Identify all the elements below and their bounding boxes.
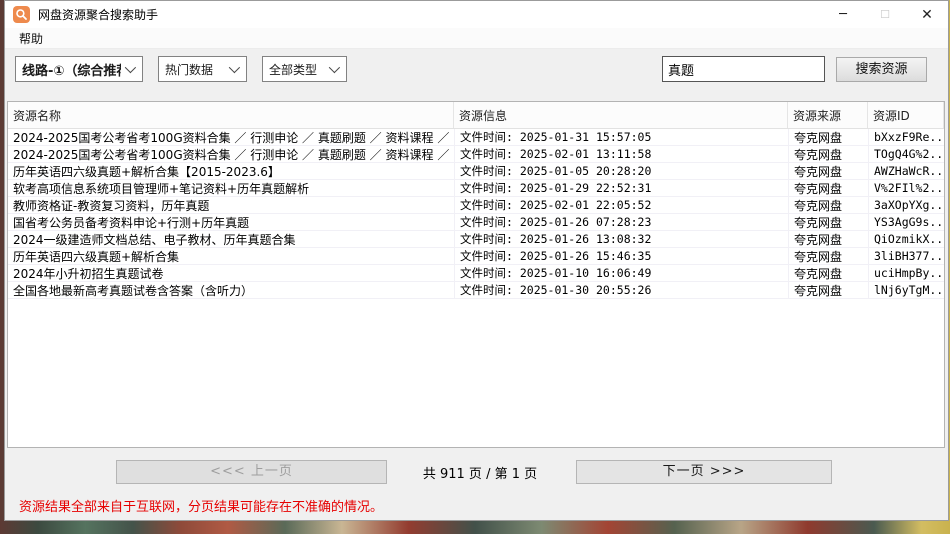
cell-source: 夸克网盘: [788, 282, 868, 298]
cell-name: 历年英语四六级真题+解析合集: [8, 248, 454, 264]
cell-info: 文件时间: 2025-01-05 20:28:20: [454, 163, 788, 179]
cell-id: uciHmpBy...: [868, 265, 944, 281]
cell-name: 软考高项信息系统项目管理师+笔记资料+历年真题解析: [8, 180, 454, 196]
cell-name: 国省考公务员备考资料申论+行测+历年真题: [8, 214, 454, 230]
column-header-source[interactable]: 资源来源: [788, 102, 868, 128]
cell-source: 夸克网盘: [788, 248, 868, 264]
cell-name: 2024年小升初招生真题试卷: [8, 265, 454, 281]
cell-info: 文件时间: 2025-02-01 13:11:58: [454, 146, 788, 162]
cell-id: 3aXOpYXg...: [868, 197, 944, 213]
cell-id: AWZHaWcR...: [868, 163, 944, 179]
cell-source: 夸克网盘: [788, 146, 868, 162]
table-row[interactable]: 全国各地最新高考真题试卷含答案（含听力）文件时间: 2025-01-30 20:…: [8, 282, 944, 299]
cell-source: 夸克网盘: [788, 214, 868, 230]
cell-info: 文件时间: 2025-01-10 16:06:49: [454, 265, 788, 281]
maximize-button[interactable]: ☐: [864, 1, 906, 28]
table-row[interactable]: 2024一级建造师文档总结、电子教材、历年真题合集文件时间: 2025-01-2…: [8, 231, 944, 248]
hot-data-select-value: 热门数据: [165, 61, 225, 78]
cell-info: 文件时间: 2025-01-29 22:52:31: [454, 180, 788, 196]
search-input[interactable]: [662, 56, 825, 82]
line-select-value: 线路-①（综合推荐）: [22, 60, 121, 79]
table-row[interactable]: 教师资格证-教资复习资料，历年真题文件时间: 2025-02-01 22:05:…: [8, 197, 944, 214]
table-row[interactable]: 软考高项信息系统项目管理师+笔记资料+历年真题解析文件时间: 2025-01-2…: [8, 180, 944, 197]
cell-name: 2024-2025国考公考省考100G资料合集 ／ 行测申论 ／ 真题刷题 ／ …: [8, 129, 454, 145]
menu-bar: 帮助: [5, 28, 948, 49]
cell-source: 夸克网盘: [788, 265, 868, 281]
prev-page-button[interactable]: <<< 上一页: [116, 460, 387, 484]
cell-name: 历年英语四六级真题+解析合集【2015-2023.6】: [8, 163, 454, 179]
cell-source: 夸克网盘: [788, 197, 868, 213]
type-select-value: 全部类型: [269, 61, 325, 78]
column-header-id[interactable]: 资源ID: [868, 102, 944, 128]
chevron-down-icon: [229, 62, 240, 73]
cell-id: bXxzF9Re...: [868, 129, 944, 145]
cell-info: 文件时间: 2025-01-30 20:55:26: [454, 282, 788, 298]
cell-info: 文件时间: 2025-01-31 15:57:05: [454, 129, 788, 145]
type-select[interactable]: 全部类型: [262, 56, 347, 82]
app-logo-icon: [13, 6, 30, 23]
column-header-name[interactable]: 资源名称: [8, 102, 454, 128]
cell-source: 夸克网盘: [788, 231, 868, 247]
next-page-button[interactable]: 下一页 >>>: [576, 460, 832, 484]
page-summary: 共 911 页 / 第 1 页: [405, 463, 555, 482]
results-table: 资源名称 资源信息 资源来源 资源ID 2024-2025国考公考省考100G资…: [7, 101, 945, 448]
window-title: 网盘资源聚合搜索助手: [38, 6, 822, 23]
app-window: 网盘资源聚合搜索助手 ─ ☐ ✕ 帮助 线路-①（综合推荐） 热门数据 全部类型…: [4, 0, 949, 521]
table-row[interactable]: 2024-2025国考公考省考100G资料合集 ／ 行测申论 ／ 真题刷题 ／ …: [8, 146, 944, 163]
table-row[interactable]: 历年英语四六级真题+解析合集【2015-2023.6】文件时间: 2025-01…: [8, 163, 944, 180]
cell-info: 文件时间: 2025-02-01 22:05:52: [454, 197, 788, 213]
cell-name: 2024-2025国考公考省考100G资料合集 ／ 行测申论 ／ 真题刷题 ／ …: [8, 146, 454, 162]
table-row[interactable]: 2024年小升初招生真题试卷文件时间: 2025-01-10 16:06:49夸…: [8, 265, 944, 282]
cell-id: lNj6yTgM...: [868, 282, 944, 298]
cell-name: 教师资格证-教资复习资料，历年真题: [8, 197, 454, 213]
cell-info: 文件时间: 2025-01-26 07:28:23: [454, 214, 788, 230]
chevron-down-icon: [329, 62, 340, 73]
cell-id: 3liBH377...: [868, 248, 944, 264]
cell-id: QiOzmikX...: [868, 231, 944, 247]
cell-source: 夸克网盘: [788, 129, 868, 145]
status-notice: 资源结果全部来自于互联网，分页结果可能存在不准确的情况。: [19, 496, 383, 515]
cell-id: V%2FIl%2...: [868, 180, 944, 196]
client-area: 线路-①（综合推荐） 热门数据 全部类型 搜索资源 资源名称 资源信息 资源来源…: [5, 49, 948, 520]
cell-name: 2024一级建造师文档总结、电子教材、历年真题合集: [8, 231, 454, 247]
table-row[interactable]: 2024-2025国考公考省考100G资料合集 ／ 行测申论 ／ 真题刷题 ／ …: [8, 129, 944, 146]
cell-info: 文件时间: 2025-01-26 13:08:32: [454, 231, 788, 247]
minimize-button[interactable]: ─: [822, 1, 864, 28]
hot-data-select[interactable]: 热门数据: [158, 56, 247, 82]
search-button[interactable]: 搜索资源: [836, 57, 927, 82]
table-row[interactable]: 历年英语四六级真题+解析合集文件时间: 2025-01-26 15:46:35夸…: [8, 248, 944, 265]
cell-source: 夸克网盘: [788, 163, 868, 179]
column-header-info[interactable]: 资源信息: [454, 102, 788, 128]
menu-item-help[interactable]: 帮助: [14, 29, 48, 48]
chevron-down-icon: [125, 62, 136, 73]
cell-info: 文件时间: 2025-01-26 15:46:35: [454, 248, 788, 264]
table-header-row: 资源名称 资源信息 资源来源 资源ID: [8, 102, 944, 129]
table-body: 2024-2025国考公考省考100G资料合集 ／ 行测申论 ／ 真题刷题 ／ …: [8, 129, 944, 447]
cell-source: 夸克网盘: [788, 180, 868, 196]
cell-id: YS3AgG9s...: [868, 214, 944, 230]
table-row[interactable]: 国省考公务员备考资料申论+行测+历年真题文件时间: 2025-01-26 07:…: [8, 214, 944, 231]
line-select[interactable]: 线路-①（综合推荐）: [15, 56, 143, 82]
title-bar: 网盘资源聚合搜索助手 ─ ☐ ✕: [5, 1, 948, 28]
cell-name: 全国各地最新高考真题试卷含答案（含听力）: [8, 282, 454, 298]
cell-id: TOgQ4G%2...: [868, 146, 944, 162]
close-button[interactable]: ✕: [906, 1, 948, 28]
